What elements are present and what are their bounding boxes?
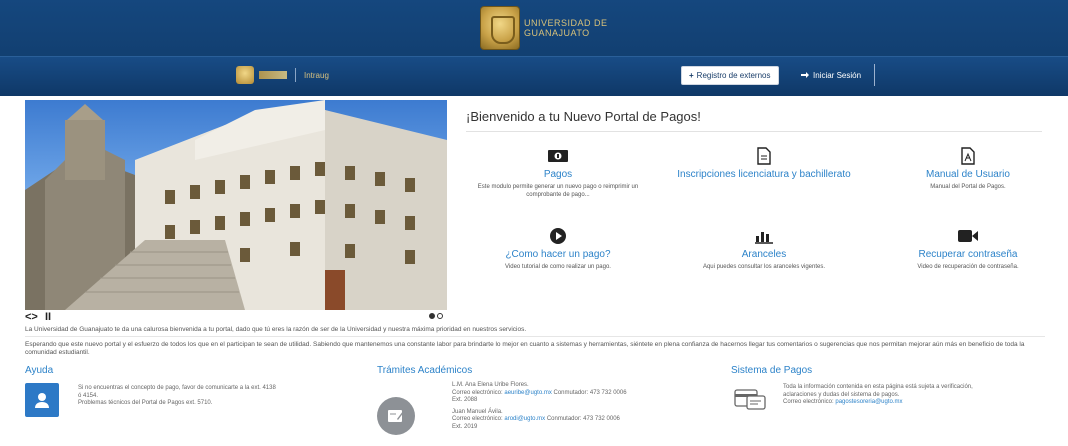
document-icon [669, 146, 859, 166]
carousel-prev-next-icon[interactable]: <> [25, 311, 38, 323]
welcome-paragraph-2: Esperando que este nuevo portal y el esf… [25, 341, 1025, 356]
carousel-dot-1[interactable] [429, 313, 435, 319]
tile-title[interactable]: Manual de Usuario [873, 169, 1063, 180]
tile-title[interactable]: ¿Como hacer un pago? [463, 249, 653, 260]
carousel-dot-2[interactable] [437, 313, 443, 319]
tile-desc: Video de recuperación de contraseña. [917, 264, 1019, 270]
sign-in-icon [801, 71, 810, 81]
sistema-heading: Sistema de Pagos [731, 365, 813, 376]
bar-chart-icon [669, 226, 859, 246]
tile-pagos[interactable]: Pagos Este modulo permite generar un nue… [463, 146, 653, 199]
pdf-icon [873, 146, 1063, 166]
university-logo[interactable]: UNIVERSIDAD DE GUANAJUATO [480, 6, 608, 50]
registro-externos-button[interactable]: + Registro de externos [681, 66, 779, 85]
nav-separator [295, 68, 296, 82]
play-icon [463, 226, 653, 246]
brand-line-2: GUANAJUATO [524, 28, 590, 38]
image-carousel[interactable] [25, 100, 447, 310]
mini-brand-wordmark [259, 71, 287, 79]
nav-logo[interactable]: Intraug [236, 66, 329, 84]
tile-desc: Aqui puedes consultar los aranceles vige… [702, 264, 826, 270]
carousel-indicators [429, 313, 443, 319]
tile-title[interactable]: Pagos [463, 169, 653, 180]
tramites-contacts: L.M. Ana Elena Uribe Flores. Correo elec… [452, 382, 627, 430]
sistema-text: Toda la información contenida en esta pá… [783, 384, 973, 405]
carousel-controls: <> II [25, 310, 447, 324]
university-seal-icon [480, 6, 520, 50]
tile-desc: Video tutorial de como realizar un pago. [505, 264, 611, 270]
tile-title[interactable]: Recuperar contraseña [873, 249, 1063, 260]
login-label: Iniciar Sesión [813, 71, 862, 80]
email-link[interactable]: pagostesoreria@ugto.mx [835, 399, 902, 405]
email-link[interactable]: arodi@ugto.mx [504, 416, 545, 422]
ayuda-heading: Ayuda [25, 365, 54, 376]
tile-desc: Manual del Portal de Pagos. [930, 184, 1006, 190]
tile-desc: Este modulo permite generar un nuevo pag… [477, 184, 639, 198]
welcome-title: ¡Bienvenido a tu Nuevo Portal de Pagos! [466, 109, 701, 124]
welcome-divider [466, 131, 1042, 132]
nav-divider [874, 64, 875, 86]
tile-inscripciones[interactable]: Inscripciones licenciatura y bachillerat… [669, 146, 859, 183]
video-camera-icon [873, 226, 1063, 246]
brand-line-1: UNIVERSIDAD DE [524, 18, 608, 28]
tile-title[interactable]: Inscripciones licenciatura y bachillerat… [669, 169, 859, 180]
money-icon [463, 146, 653, 166]
tramites-heading: Trámites Académicos [377, 365, 473, 376]
tile-title[interactable]: Aranceles [669, 249, 859, 260]
login-button[interactable]: Iniciar Sesión [797, 66, 865, 85]
tile-como-pagar[interactable]: ¿Como hacer un pago? Video tutorial de c… [463, 226, 653, 271]
mini-seal-icon [236, 66, 254, 84]
paragraph-divider [25, 336, 1045, 337]
intraug-link[interactable]: Intraug [304, 71, 329, 80]
tile-manual[interactable]: Manual de Usuario Manual del Portal de P… [873, 146, 1063, 191]
registro-label: Registro de externos [696, 71, 771, 80]
tile-aranceles[interactable]: Aranceles Aqui puedes consultar los aran… [669, 226, 859, 271]
carousel-pause-icon[interactable]: II [45, 311, 51, 323]
certificate-icon [377, 397, 415, 435]
user-icon [25, 383, 59, 417]
nav-bar [0, 56, 1068, 96]
email-link[interactable]: aeuribe@ugto.mx [504, 390, 551, 396]
university-building-image [25, 100, 447, 310]
welcome-paragraph-1: La Universidad de Guanajuato te da una c… [25, 326, 527, 333]
tile-recuperar[interactable]: Recuperar contraseña Video de recuperaci… [873, 226, 1063, 271]
ayuda-text: Si no encuentras el concepto de pago, fa… [78, 385, 276, 406]
plus-icon: + [689, 71, 694, 80]
payment-card-icon [731, 384, 769, 414]
